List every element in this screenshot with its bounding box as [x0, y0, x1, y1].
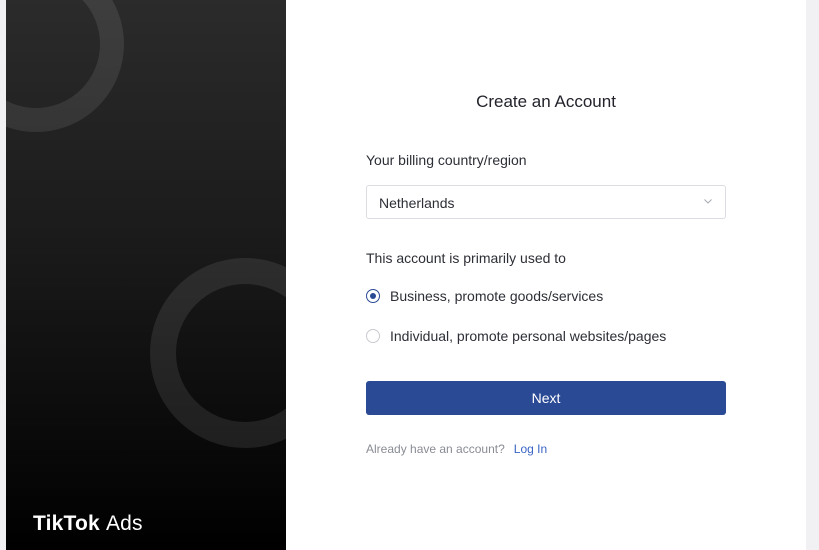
login-prompt-row: Already have an account? Log In [366, 442, 547, 456]
login-prompt-text: Already have an account? [366, 442, 505, 456]
radio-option-individual[interactable]: Individual, promote personal websites/pa… [366, 328, 666, 344]
radio-button-business[interactable] [366, 289, 380, 303]
login-link[interactable]: Log In [514, 442, 547, 456]
country-select-value: Netherlands [379, 195, 455, 211]
country-label: Your billing country/region [366, 152, 527, 168]
brand-panel: TikTok Ads [6, 0, 286, 550]
tiktok-ads-logo: TikTok Ads [33, 512, 143, 536]
decorative-ring-top [6, 0, 124, 132]
country-select[interactable]: Netherlands [366, 185, 726, 219]
page-gutter [806, 0, 819, 550]
logo-wordmark-sub: Ads [105, 512, 143, 535]
radio-label-business: Business, promote goods/services [390, 288, 604, 304]
signup-form-panel: Create an Account Your billing country/r… [286, 0, 806, 550]
page-title: Create an Account [476, 92, 616, 111]
decorative-ring-middle [150, 258, 286, 448]
radio-label-individual: Individual, promote personal websites/pa… [390, 328, 667, 344]
radio-button-individual[interactable] [366, 329, 380, 343]
logo-wordmark-main: TikTok [33, 512, 100, 535]
radio-option-business[interactable]: Business, promote goods/services [366, 288, 603, 304]
next-button[interactable]: Next [366, 381, 726, 415]
purpose-label: This account is primarily used to [366, 250, 566, 266]
chevron-down-icon [704, 199, 712, 204]
